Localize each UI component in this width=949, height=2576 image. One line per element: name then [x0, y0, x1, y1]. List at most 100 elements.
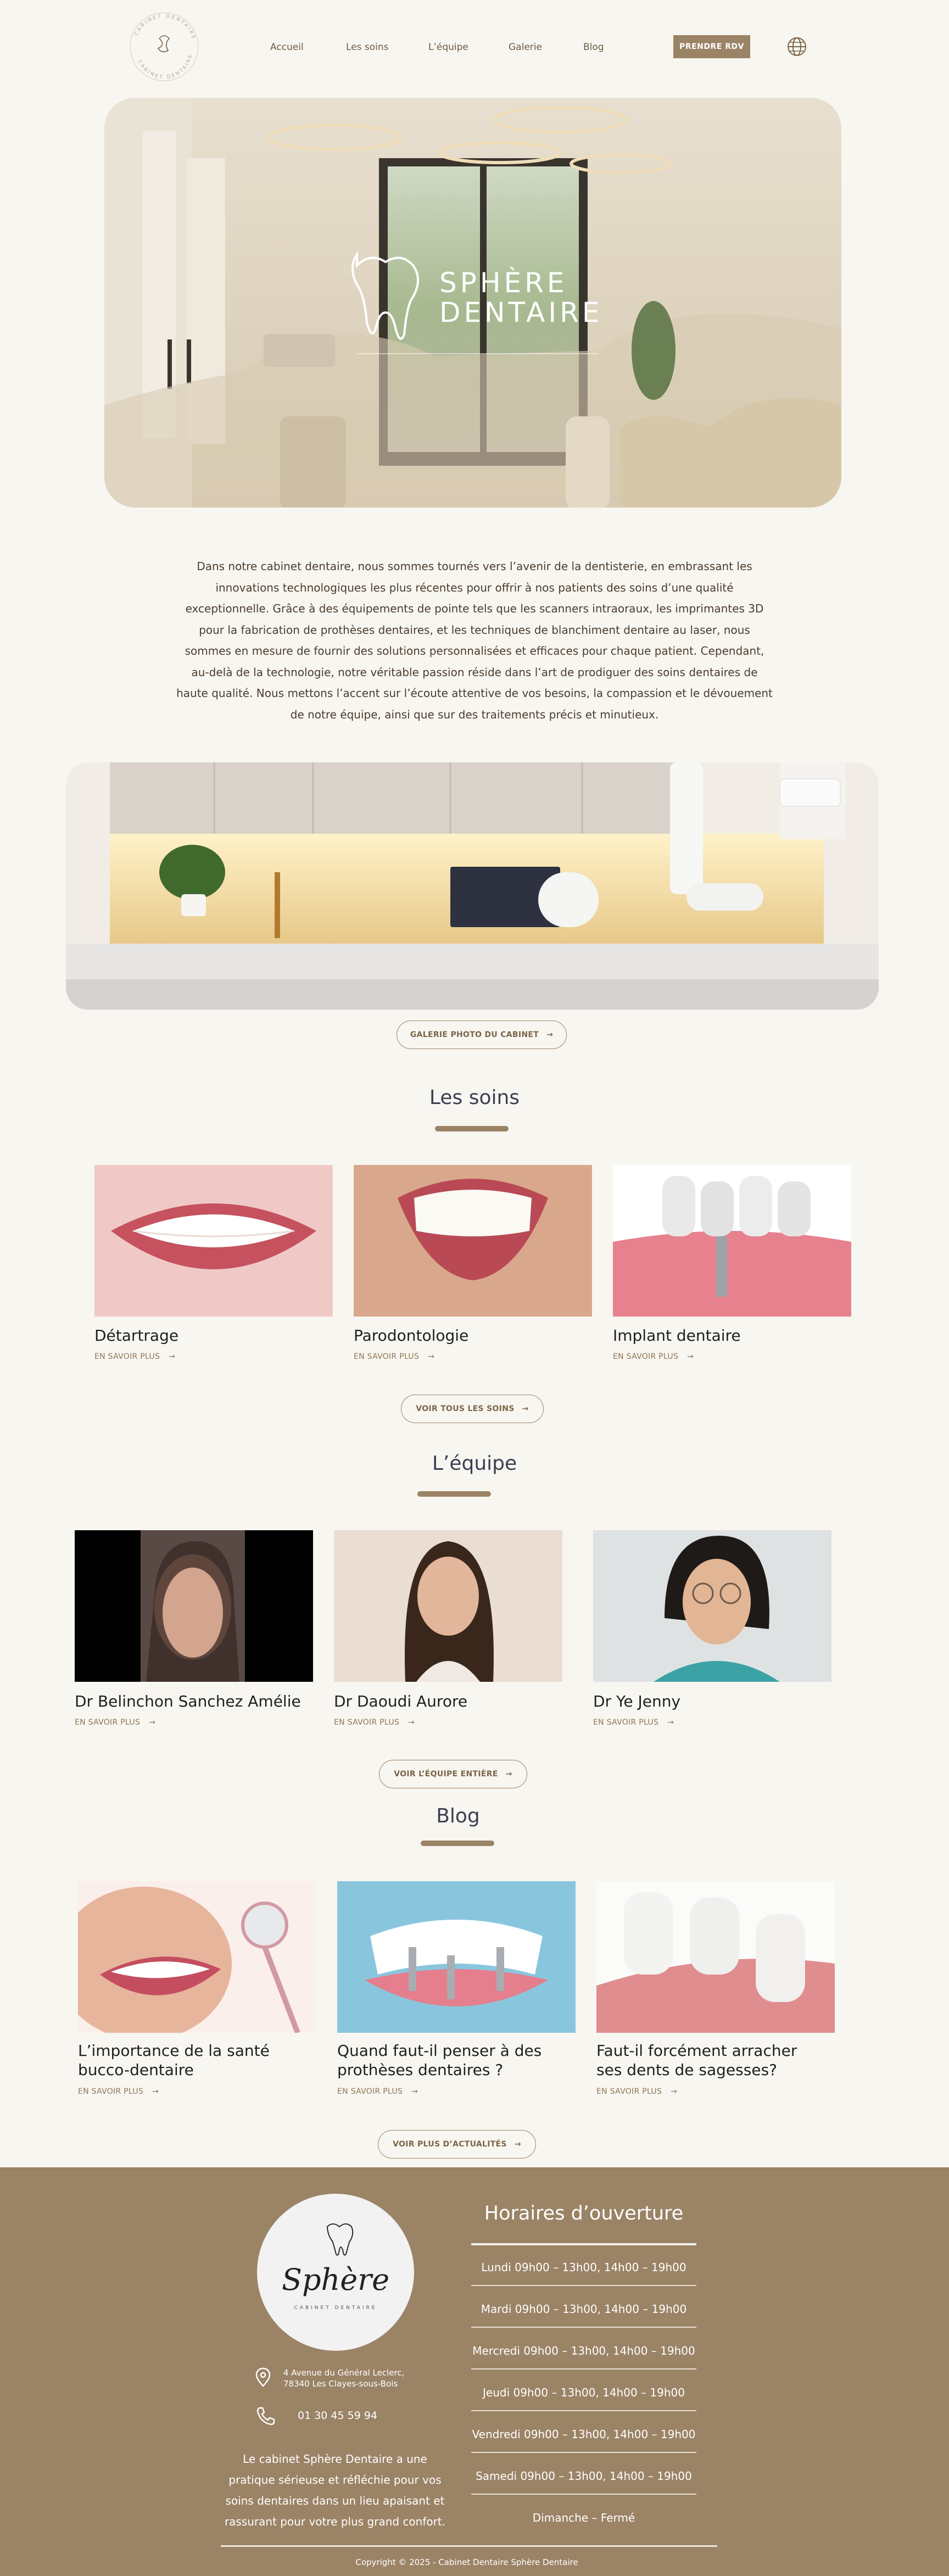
link-label: EN SAVOIR PLUS — [354, 1352, 420, 1361]
blog-title-sante[interactable]: L’importance de la santé bucco-dentaire — [78, 2041, 270, 2079]
footer-logo-word: Sphère — [282, 2262, 389, 2297]
copyright: Copyright © 2025 - Cabinet Dentaire Sphè… — [355, 2557, 578, 2567]
equipe-title: L’équipe — [432, 1452, 517, 1475]
hours-row-vendredi: Vendredi 09h00 – 13h00, 14h00 – 19h00 — [472, 2428, 696, 2441]
team-photo-ye[interactable] — [593, 1530, 831, 1682]
soin-image-implant[interactable] — [613, 1165, 851, 1317]
team-photo-belinchon[interactable] — [75, 1530, 313, 1682]
equipe-title-bar — [417, 1491, 491, 1497]
book-appointment-button[interactable]: PRENDRE RDV — [673, 35, 750, 58]
team-more-link-belinchon[interactable]: EN SAVOIR PLUS → — [75, 1718, 155, 1727]
phone-icon — [255, 2405, 277, 2427]
about-line: Le cabinet Sphère Dentaire a une — [243, 2452, 427, 2466]
blog-title-line: ses dents de sagesses? — [596, 2061, 778, 2079]
arrow-right-icon: → — [428, 1352, 435, 1361]
gallery-button[interactable]: GALERIE PHOTO DU CABINET → — [397, 1021, 567, 1049]
arrow-right-icon: → — [169, 1352, 176, 1361]
hero-title: SPHÈRE DENTAIRE — [439, 269, 602, 326]
blog-image-sante[interactable] — [78, 1881, 316, 2033]
hours-divider — [471, 2410, 696, 2411]
hours-divider — [471, 2327, 696, 2328]
blog-title-protheses[interactable]: Quand faut-il penser à des prothèses den… — [337, 2041, 542, 2079]
footer-about: Le cabinet Sphère Dentaire a une pratiqu… — [203, 2449, 467, 2532]
team-more-link-ye[interactable]: EN SAVOIR PLUS → — [593, 1718, 674, 1727]
footer-logo-sub: CABINET DENTAIRE — [294, 2305, 377, 2311]
link-label: EN SAVOIR PLUS — [78, 2087, 144, 2096]
blog-more-link-protheses[interactable]: EN SAVOIR PLUS → — [337, 2087, 418, 2096]
hours-divider — [471, 2285, 696, 2286]
hours-divider — [471, 2494, 696, 2495]
soins-title: Les soins — [429, 1086, 520, 1109]
team-photo-daoudi[interactable] — [334, 1530, 562, 1682]
soin-image-detartrage[interactable] — [94, 1165, 333, 1317]
globe-icon[interactable] — [786, 36, 807, 57]
arrow-right-icon: → — [546, 1030, 554, 1039]
hours-row-mardi: Mardi 09h00 – 13h00, 14h00 – 19h00 — [481, 2302, 687, 2316]
soin-more-link-implant[interactable]: EN SAVOIR PLUS → — [613, 1352, 694, 1361]
hours-row-jeudi: Jeudi 09h00 – 13h00, 14h00 – 19h00 — [483, 2386, 685, 2399]
link-label: EN SAVOIR PLUS — [613, 1352, 679, 1361]
all-soins-button[interactable]: VOIR TOUS LES SOINS → — [401, 1395, 544, 1423]
footer-divider — [221, 2545, 717, 2547]
hours-row-samedi: Samedi 09h00 – 13h00, 14h00 – 19h00 — [476, 2469, 692, 2483]
blog-title-sagesse[interactable]: Faut-il forcément arracher ses dents de … — [596, 2041, 797, 2079]
blog-title-line: prothèses dentaires ? — [337, 2061, 504, 2079]
address-line-1: 4 Avenue du Général Leclerc, — [283, 2368, 405, 2378]
svg-text:CABINET DENTAIRE: CABINET DENTAIRE — [133, 14, 196, 41]
blog-title-line: Quand faut-il penser à des — [337, 2042, 542, 2060]
footer-phone[interactable]: 01 30 45 59 94 — [298, 2410, 377, 2422]
soin-title-detartrage[interactable]: Détartrage — [94, 1326, 178, 1345]
nav-equipe[interactable]: L’équipe — [428, 42, 468, 53]
all-blog-button[interactable]: VOIR PLUS D’ACTUALITÉS → — [378, 2130, 536, 2159]
hours-row-dimanche: Dimanche – Fermé — [532, 2511, 635, 2524]
arrow-right-icon: → — [522, 1404, 529, 1413]
svg-text:CABINET DENTAIRE: CABINET DENTAIRE — [137, 53, 194, 80]
blog-title-line: L’importance de la santé — [78, 2042, 270, 2060]
nav-blog[interactable]: Blog — [583, 42, 604, 53]
hours-row-lundi: Lundi 09h00 – 13h00, 14h00 – 19h00 — [481, 2261, 686, 2274]
all-blog-button-label: VOIR PLUS D’ACTUALITÉS — [393, 2140, 507, 2149]
blog-title-line: Faut-il forcément arracher — [596, 2042, 797, 2060]
arrow-right-icon: → — [514, 2140, 521, 2149]
footer-logo: Sphère CABINET DENTAIRE — [257, 2194, 414, 2351]
hours-divider — [471, 2452, 696, 2453]
soins-title-bar — [435, 1126, 509, 1131]
soin-more-link-detartrage[interactable]: EN SAVOIR PLUS → — [94, 1352, 175, 1361]
logo-ring-text-top: CABINET DENTAIRE — [133, 14, 194, 41]
hours-title-divider — [471, 2243, 696, 2245]
cabinet-photo — [66, 762, 879, 1010]
arrow-right-icon: → — [411, 2087, 418, 2096]
all-soins-button-label: VOIR TOUS LES SOINS — [416, 1404, 515, 1413]
nav-accueil[interactable]: Accueil — [270, 42, 304, 53]
soin-title-parodontologie[interactable]: Parodontologie — [354, 1326, 468, 1345]
logo-ring-text-bottom: CABINET DENTAIRE — [137, 53, 192, 80]
blog-title: Blog — [436, 1805, 480, 1827]
link-label: EN SAVOIR PLUS — [337, 2087, 403, 2096]
nav-galerie[interactable]: Galerie — [509, 42, 542, 53]
link-label: EN SAVOIR PLUS — [75, 1718, 141, 1727]
nav-les-soins[interactable]: Les soins — [346, 42, 389, 53]
link-label: EN SAVOIR PLUS — [593, 1718, 659, 1727]
team-name-ye[interactable]: Dr Ye Jenny — [593, 1692, 680, 1711]
hero-title-line-2: DENTAIRE — [439, 297, 603, 328]
about-line: rassurant pour votre plus grand confort. — [224, 2515, 446, 2528]
header-logo[interactable]: CABINET DENTAIRE CABINET DENTAIRE — [125, 8, 203, 86]
team-name-belinchon[interactable]: Dr Belinchon Sanchez Amélie — [75, 1692, 301, 1711]
blog-more-link-sante[interactable]: EN SAVOIR PLUS → — [78, 2087, 159, 2096]
hours-row-mercredi: Mercredi 09h00 – 13h00, 14h00 – 19h00 — [472, 2344, 695, 2357]
hours-divider — [471, 2368, 696, 2369]
team-name-daoudi[interactable]: Dr Daoudi Aurore — [334, 1692, 467, 1711]
about-line: pratique sérieuse et réfléchie pour vos — [228, 2473, 442, 2486]
arrow-right-icon: → — [667, 1718, 674, 1727]
all-team-button[interactable]: VOIR L’ÉQUIPE ENTIÈRE → — [379, 1760, 527, 1788]
team-more-link-daoudi[interactable]: EN SAVOIR PLUS → — [334, 1718, 415, 1727]
footer-address[interactable]: 4 Avenue du Général Leclerc, 78340 Les C… — [283, 2367, 404, 2389]
all-team-button-label: VOIR L’ÉQUIPE ENTIÈRE — [394, 1770, 498, 1778]
arrow-right-icon: → — [687, 1352, 694, 1361]
soin-image-parodontologie[interactable] — [354, 1165, 592, 1317]
blog-image-protheses[interactable] — [337, 1881, 576, 2033]
soin-more-link-parodontologie[interactable]: EN SAVOIR PLUS → — [354, 1352, 434, 1361]
blog-image-sagesse[interactable] — [596, 1881, 835, 2033]
blog-more-link-sagesse[interactable]: EN SAVOIR PLUS → — [596, 2087, 677, 2096]
soin-title-implant[interactable]: Implant dentaire — [613, 1326, 741, 1345]
